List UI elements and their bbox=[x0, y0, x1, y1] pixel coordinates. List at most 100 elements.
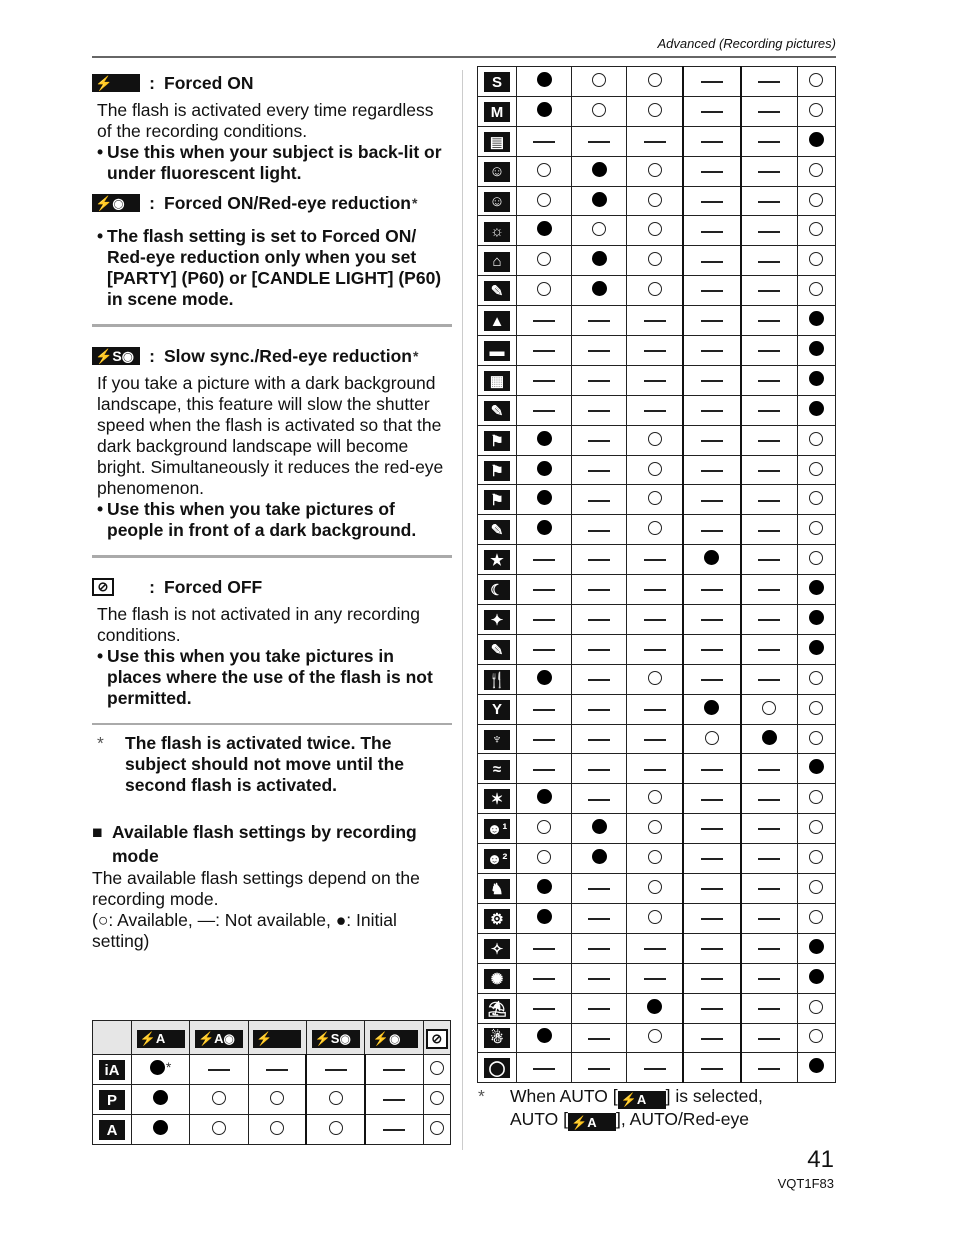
setting-cell bbox=[571, 484, 628, 516]
initial-setting-icon bbox=[808, 131, 824, 147]
setting-cell bbox=[796, 693, 837, 725]
not-available-icon bbox=[588, 320, 611, 323]
setting-cell bbox=[796, 633, 837, 665]
not-available-icon bbox=[700, 200, 723, 203]
not-available-icon bbox=[533, 619, 556, 622]
available-icon bbox=[809, 820, 824, 835]
not-available-icon bbox=[533, 380, 556, 383]
setting-cell bbox=[626, 185, 684, 217]
table-row: ✦ bbox=[477, 604, 837, 635]
setting-cell bbox=[571, 902, 628, 934]
not-available-icon bbox=[588, 1037, 611, 1040]
not-available-icon bbox=[700, 409, 723, 412]
not-available-icon bbox=[533, 1007, 556, 1010]
setting-cell bbox=[682, 514, 742, 546]
available-icon bbox=[809, 909, 824, 924]
setting-cell bbox=[363, 1054, 424, 1085]
not-available-icon bbox=[700, 290, 723, 293]
setting-cell bbox=[626, 753, 684, 785]
setting-cell bbox=[515, 693, 573, 725]
setting-cell bbox=[626, 574, 684, 606]
mode-cell: ▦ bbox=[477, 364, 517, 396]
initial-setting-icon bbox=[808, 609, 824, 625]
setting-cell bbox=[796, 125, 837, 157]
setting-cell bbox=[515, 275, 573, 307]
not-available-icon bbox=[533, 320, 556, 323]
mode-cell: ♞ bbox=[477, 873, 517, 904]
initial-setting-icon bbox=[536, 520, 552, 536]
portrait-mode-icon: ☺ bbox=[484, 161, 510, 182]
setting-cell bbox=[796, 813, 837, 845]
not-available-icon bbox=[700, 320, 723, 323]
setting-cell bbox=[626, 66, 684, 97]
running-header: Advanced (Recording pictures) bbox=[657, 36, 836, 51]
not-available-icon bbox=[533, 708, 556, 711]
not-available-icon bbox=[700, 529, 723, 532]
party-mode-icon: Y bbox=[484, 699, 510, 720]
setting-cell bbox=[515, 932, 573, 964]
setting-cell bbox=[626, 1022, 684, 1054]
setting-cell bbox=[571, 275, 628, 307]
setting-cell bbox=[796, 424, 837, 456]
available-icon bbox=[809, 1029, 824, 1044]
setting-cell bbox=[571, 424, 628, 456]
not-available-icon bbox=[758, 918, 781, 921]
setting-cell bbox=[739, 932, 798, 964]
night-portrait-mode-icon: ★ bbox=[484, 550, 510, 571]
table-row: S bbox=[477, 66, 837, 97]
not-available-icon bbox=[533, 559, 556, 562]
not-available-icon bbox=[588, 409, 611, 412]
mode-cell: A bbox=[92, 1114, 132, 1145]
initial-setting-icon bbox=[591, 191, 607, 207]
setting-cell bbox=[626, 873, 684, 904]
table-row: ⚙ bbox=[477, 902, 837, 934]
food-mode-icon: 🍴 bbox=[484, 669, 510, 690]
setting-cell bbox=[515, 723, 573, 755]
creative-portrait-mode-icon: ✎ bbox=[484, 281, 510, 302]
setting-cell bbox=[682, 693, 742, 725]
outdoor-portrait-mode-icon: ☼ bbox=[484, 221, 510, 242]
setting-cell bbox=[626, 245, 684, 277]
table-row: M bbox=[477, 95, 837, 127]
setting-cell bbox=[682, 245, 742, 277]
available-icon bbox=[809, 999, 824, 1014]
setting-cell bbox=[796, 364, 837, 396]
setting-cell bbox=[626, 514, 684, 546]
not-available-icon bbox=[643, 589, 666, 592]
setting-cell bbox=[626, 544, 684, 576]
section-forced-off-title: ⊘ : Forced OFF bbox=[92, 576, 452, 598]
initial-setting-icon bbox=[591, 849, 607, 865]
not-available-icon bbox=[533, 738, 556, 741]
not-available-icon bbox=[700, 948, 723, 951]
setting-cell bbox=[796, 394, 837, 426]
table-row: iA * bbox=[92, 1054, 452, 1085]
not-available-icon bbox=[758, 230, 781, 233]
setting-cell bbox=[571, 66, 628, 97]
setting-cell bbox=[571, 723, 628, 755]
setting-cell bbox=[571, 125, 628, 157]
setting-cell bbox=[626, 394, 684, 426]
initial-setting-icon bbox=[591, 161, 607, 177]
setting-cell bbox=[739, 125, 798, 157]
setting-cell bbox=[682, 544, 742, 576]
available-icon bbox=[647, 491, 662, 506]
section-slow-sync-title: ⚡S◉ : Slow sync./Red-eye reduction* bbox=[92, 345, 452, 367]
mode-cell: M bbox=[477, 95, 517, 127]
mode-cell: ☻¹ bbox=[477, 813, 517, 845]
flash-auto-red-eye-icon: ⚡A◉ bbox=[194, 1030, 243, 1048]
table-footnote: * When AUTO [⚡A] is selected, AUTO [⚡A],… bbox=[478, 1086, 763, 1131]
available-icon bbox=[809, 670, 824, 685]
table-row: ☼ bbox=[477, 215, 837, 247]
table-row: ▦ bbox=[477, 364, 837, 396]
setting-cell bbox=[515, 245, 573, 277]
available-icon bbox=[809, 521, 824, 536]
setting-cell bbox=[682, 574, 742, 606]
available-icon bbox=[809, 700, 824, 715]
setting-cell bbox=[682, 783, 742, 815]
initial-setting-icon bbox=[153, 1090, 169, 1105]
not-available-icon bbox=[588, 589, 611, 592]
setting-cell bbox=[796, 215, 837, 247]
table-row: ♞ bbox=[477, 873, 837, 904]
table-row: ★ bbox=[477, 544, 837, 576]
not-available-icon bbox=[700, 469, 723, 472]
